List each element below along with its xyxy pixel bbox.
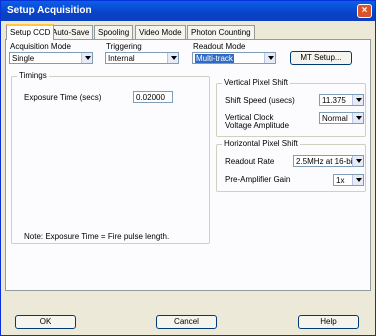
tab-setup-ccd[interactable]: Setup CCD [6, 24, 55, 40]
triggering-select[interactable]: Internal [105, 52, 179, 64]
shift-speed-value: 11.375 [322, 96, 346, 105]
triggering-value: Internal [108, 54, 135, 63]
acquisition-mode-value: Single [12, 54, 35, 63]
readout-rate-label: Readout Rate [225, 157, 275, 166]
title-bar[interactable]: Setup Acquisition × [1, 1, 375, 21]
setup-acquisition-dialog: Setup Acquisition × Setup CCD Auto-Save … [0, 0, 376, 336]
timings-group: Timings Exposure Time (secs) 0.02000 Not… [11, 71, 210, 244]
shift-speed-label: Shift Speed (usecs) [225, 96, 295, 105]
chevron-down-icon[interactable] [352, 95, 363, 105]
triggering-label: Triggering [106, 42, 142, 51]
horizontal-pixel-shift-group: Horizontal Pixel Shift Readout Rate 2.5M… [216, 139, 366, 192]
clock-voltage-select[interactable]: Normal [319, 112, 364, 124]
vertical-pixel-shift-group: Vertical Pixel Shift Shift Speed (usecs)… [216, 78, 366, 137]
chevron-down-icon[interactable] [264, 53, 275, 63]
tab-video-mode[interactable]: Video Mode [135, 25, 186, 40]
tab-photon-counting[interactable]: Photon Counting [187, 25, 255, 40]
shift-speed-select[interactable]: 11.375 [319, 94, 364, 106]
timings-legend: Timings [17, 71, 49, 80]
tab-spooling[interactable]: Spooling [94, 25, 134, 40]
readout-mode-select[interactable]: Multi-track [192, 52, 276, 64]
tab-auto-save[interactable]: Auto-Save [48, 25, 94, 40]
exposure-time-label: Exposure Time (secs) [24, 93, 102, 102]
chevron-down-icon[interactable] [81, 53, 92, 63]
exposure-time-input[interactable]: 0.02000 [133, 91, 173, 103]
chevron-down-icon[interactable] [352, 175, 363, 185]
readout-rate-value: 2.5MHz at 16-bit [296, 157, 355, 166]
vertical-pixel-shift-legend: Vertical Pixel Shift [222, 78, 291, 87]
clock-voltage-value: Normal [322, 114, 348, 123]
ok-button[interactable]: OK [15, 315, 76, 329]
cancel-button[interactable]: Cancel [156, 315, 217, 329]
acquisition-mode-select[interactable]: Single [9, 52, 93, 64]
chevron-down-icon[interactable] [352, 113, 363, 123]
acquisition-mode-label: Acquisition Mode [10, 42, 71, 51]
mt-setup-button[interactable]: MT Setup... [290, 51, 352, 65]
horizontal-pixel-shift-legend: Horizontal Pixel Shift [222, 139, 300, 148]
chevron-down-icon[interactable] [352, 156, 363, 166]
window-title: Setup Acquisition [7, 5, 92, 16]
preamp-gain-label: Pre-Amplifier Gain [225, 175, 291, 184]
readout-mode-label: Readout Mode [193, 42, 246, 51]
clock-voltage-label-line2: Voltage Amplitude [225, 121, 290, 130]
readout-rate-select[interactable]: 2.5MHz at 16-bit [293, 155, 364, 167]
preamp-gain-value: 1x [336, 176, 345, 185]
readout-mode-value: Multi-track [195, 54, 234, 63]
setup-ccd-panel: Acquisition Mode Single Triggering Inter… [5, 39, 371, 291]
exposure-note: Note: Exposure Time = Fire pulse length. [24, 232, 170, 241]
close-button[interactable]: × [357, 4, 372, 18]
close-icon: × [361, 5, 368, 16]
preamp-gain-select[interactable]: 1x [333, 174, 364, 186]
help-button[interactable]: Help [298, 315, 359, 329]
chevron-down-icon[interactable] [167, 53, 178, 63]
